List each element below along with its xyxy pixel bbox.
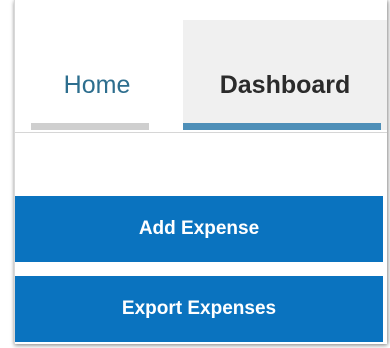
tab-home-label: Home xyxy=(63,71,131,99)
tab-bar: Home Dashboard xyxy=(15,20,387,130)
tab-home[interactable]: Home xyxy=(15,20,179,130)
tab-dashboard-label: Dashboard xyxy=(219,71,351,99)
tab-divider xyxy=(15,132,387,133)
export-expenses-button[interactable]: Export Expenses xyxy=(15,276,383,342)
app-panel: Home Dashboard Add Expense Export Expens… xyxy=(14,0,387,344)
tab-home-underline xyxy=(31,123,149,130)
tab-dashboard[interactable]: Dashboard xyxy=(183,20,387,130)
add-expense-button[interactable]: Add Expense xyxy=(15,196,383,262)
tab-dashboard-underline xyxy=(183,123,381,130)
